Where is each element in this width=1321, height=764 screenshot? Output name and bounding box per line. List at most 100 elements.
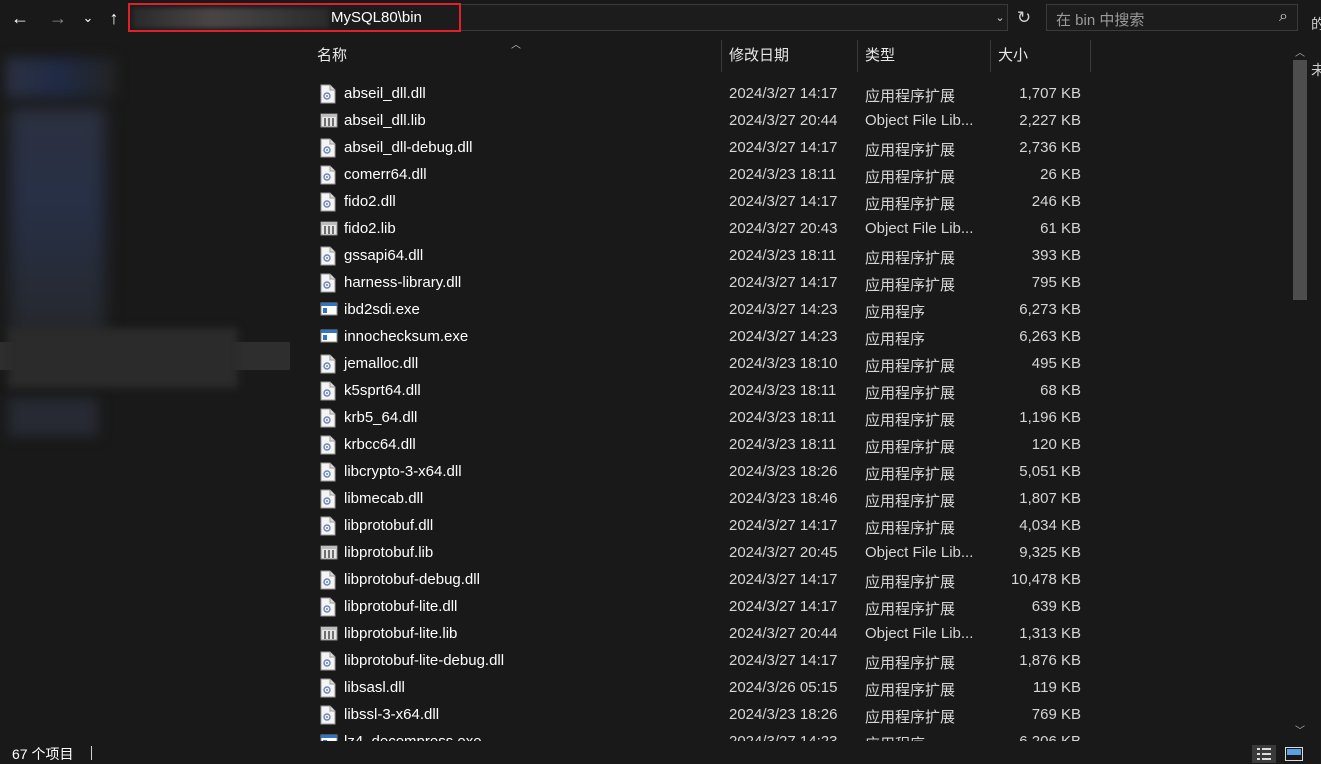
file-type: 应用程序扩展 <box>865 277 956 294</box>
file-size: 769 KB <box>1031 706 1081 723</box>
file-row[interactable]: libprotobuf-lite.lib 2024/3/27 20:44 Objec… <box>293 621 1289 648</box>
file-row[interactable]: gssapi64.dll 2024/3/23 18:11 应用程序扩展 393 KB <box>293 243 1289 270</box>
file-type: Object File Lib... <box>865 112 974 129</box>
lib-file-icon <box>320 543 338 563</box>
column-type-header[interactable]: 类型 <box>857 40 990 72</box>
status-bar: 67 个项目 <box>0 742 1321 763</box>
column-divider[interactable] <box>1090 40 1091 72</box>
file-row[interactable]: libprotobuf-debug.dll 2024/3/27 14:17 应用程序… <box>293 567 1289 594</box>
forward-button[interactable]: → <box>46 6 70 30</box>
file-row[interactable]: abseil_dll-debug.dll 2024/3/27 14:17 应用程序扩… <box>293 135 1289 162</box>
redacted-nav-item <box>8 398 98 436</box>
refresh-button[interactable]: ↻ <box>1012 5 1036 30</box>
file-modified-date: 2024/3/23 18:11 <box>729 409 837 426</box>
file-row[interactable]: abseil_dll.dll 2024/3/27 14:17 应用程序扩展 1,707… <box>293 81 1289 108</box>
file-row[interactable]: fido2.dll 2024/3/27 14:17 应用程序扩展 246 KB <box>293 189 1289 216</box>
file-modified-date: 2024/3/23 18:11 <box>729 247 837 264</box>
details-view-button[interactable] <box>1252 745 1276 763</box>
file-row[interactable]: ibd2sdi.exe 2024/3/27 14:23 应用程序 6,273 KB <box>293 297 1289 324</box>
file-modified-date: 2024/3/27 20:45 <box>729 544 838 561</box>
redacted-nav-item <box>6 58 116 98</box>
file-row[interactable]: harness-library.dll 2024/3/27 14:17 应用程序扩展… <box>293 270 1289 297</box>
file-row[interactable]: libsasl.dll 2024/3/26 05:15 应用程序扩展 119 KB <box>293 675 1289 702</box>
file-name: jemalloc.dll <box>344 355 419 372</box>
file-type: 应用程序扩展 <box>865 358 956 375</box>
file-modified-date: 2024/3/27 14:17 <box>729 517 838 534</box>
file-row[interactable]: abseil_dll.lib 2024/3/27 20:44 Object File… <box>293 108 1289 135</box>
file-row[interactable]: libprotobuf.lib 2024/3/27 20:45 Object Fil… <box>293 540 1289 567</box>
recent-locations-button[interactable]: ⌄ <box>80 6 96 30</box>
dll-file-icon <box>320 381 338 401</box>
file-name: harness-library.dll <box>344 274 462 291</box>
file-modified-date: 2024/3/27 20:44 <box>729 625 838 642</box>
file-row[interactable]: comerr64.dll 2024/3/23 18:11 应用程序扩展 26 KB <box>293 162 1289 189</box>
dll-file-icon <box>320 678 338 698</box>
chevron-down-icon: ⌄ <box>82 10 94 25</box>
search-box[interactable]: 在 bin 中搜索 ⌕ <box>1046 4 1298 31</box>
file-row[interactable]: libcrypto-3-x64.dll 2024/3/23 18:26 应用程序扩展… <box>293 459 1289 486</box>
file-name: libmecab.dll <box>344 490 424 507</box>
dll-file-icon <box>320 408 338 428</box>
exe-file-icon <box>320 300 338 320</box>
file-name: fido2.lib <box>344 220 396 237</box>
dll-file-icon <box>320 435 338 455</box>
column-date-header[interactable]: 修改日期 <box>721 40 857 72</box>
column-name-header[interactable]: 名称 <box>309 40 721 72</box>
file-modified-date: 2024/3/27 20:43 <box>729 220 838 237</box>
file-row[interactable]: jemalloc.dll 2024/3/23 18:10 应用程序扩展 495 KB <box>293 351 1289 378</box>
file-type: 应用程序扩展 <box>865 520 956 537</box>
exe-file-icon <box>320 732 338 741</box>
file-modified-date: 2024/3/23 18:46 <box>729 490 838 507</box>
file-name: libcrypto-3-x64.dll <box>344 463 462 480</box>
file-type: 应用程序扩展 <box>865 466 956 483</box>
dll-file-icon <box>320 246 338 266</box>
navigation-pane[interactable] <box>0 38 292 742</box>
back-button[interactable]: ← <box>8 6 32 30</box>
scroll-down-icon[interactable]: ﹀ <box>1295 722 1305 737</box>
large-icons-view-button[interactable] <box>1282 745 1306 763</box>
vertical-scrollbar[interactable]: ︿ ﹀ <box>1291 40 1311 740</box>
file-modified-date: 2024/3/23 18:11 <box>729 436 837 453</box>
file-size: 639 KB <box>1031 598 1081 615</box>
file-size: 10,478 KB <box>1010 571 1081 588</box>
file-row[interactable]: krb5_64.dll 2024/3/23 18:11 应用程序扩展 1,196 KB <box>293 405 1289 432</box>
file-size: 393 KB <box>1031 247 1081 264</box>
file-size: 6,263 KB <box>1019 328 1081 345</box>
file-row[interactable]: libprotobuf-lite.dll 2024/3/27 14:17 应用程序扩… <box>293 594 1289 621</box>
file-type: 应用程序扩展 <box>865 250 956 267</box>
scrollbar-thumb[interactable] <box>1293 60 1307 300</box>
file-modified-date: 2024/3/27 14:17 <box>729 139 838 156</box>
redacted-nav-item <box>8 328 238 388</box>
file-row[interactable]: lz4_decompress.exe 2024/3/27 14:23 应用程序 6,2… <box>293 729 1289 741</box>
file-list[interactable]: abseil_dll.dll 2024/3/27 14:17 应用程序扩展 1,707… <box>293 81 1289 741</box>
file-size: 2,736 KB <box>1019 139 1081 156</box>
file-size: 246 KB <box>1031 193 1081 210</box>
file-row[interactable]: krbcc64.dll 2024/3/23 18:11 应用程序扩展 120 KB <box>293 432 1289 459</box>
dll-file-icon <box>320 489 338 509</box>
file-modified-date: 2024/3/27 14:17 <box>729 193 838 210</box>
large-icons-view-icon <box>1285 747 1303 761</box>
file-row[interactable]: libmecab.dll 2024/3/23 18:46 应用程序扩展 1,807 K… <box>293 486 1289 513</box>
file-row[interactable]: libprotobuf-lite-debug.dll 2024/3/27 14:1… <box>293 648 1289 675</box>
file-row[interactable]: fido2.lib 2024/3/27 20:43 Object File Lib.… <box>293 216 1289 243</box>
search-icon: ⌕ <box>1279 8 1288 25</box>
file-name: libprotobuf.lib <box>344 544 434 561</box>
file-name: comerr64.dll <box>344 166 427 183</box>
file-row[interactable]: libssl-3-x64.dll 2024/3/23 18:26 应用程序扩展 769… <box>293 702 1289 729</box>
dll-file-icon <box>320 84 338 104</box>
dll-file-icon <box>320 273 338 293</box>
file-size: 5,051 KB <box>1019 463 1081 480</box>
file-modified-date: 2024/3/23 18:26 <box>729 706 838 723</box>
file-size: 61 KB <box>1040 220 1081 237</box>
background-window-fragment: 未 <box>1311 62 1321 78</box>
file-row[interactable]: k5sprt64.dll 2024/3/23 18:11 应用程序扩展 68 KB <box>293 378 1289 405</box>
up-button[interactable]: ↑ <box>103 6 125 30</box>
file-size: 26 KB <box>1040 166 1081 183</box>
file-name: libprotobuf-lite.lib <box>344 625 458 642</box>
file-row[interactable]: libprotobuf.dll 2024/3/27 14:17 应用程序扩展 4,03… <box>293 513 1289 540</box>
file-modified-date: 2024/3/27 14:23 <box>729 328 838 345</box>
file-row[interactable]: innochecksum.exe 2024/3/27 14:23 应用程序 6,263… <box>293 324 1289 351</box>
address-dropdown-button[interactable]: ⌄ <box>990 5 1010 30</box>
column-size-header[interactable]: 大小 <box>990 40 1090 72</box>
scroll-up-icon[interactable]: ︿ <box>1295 44 1305 59</box>
